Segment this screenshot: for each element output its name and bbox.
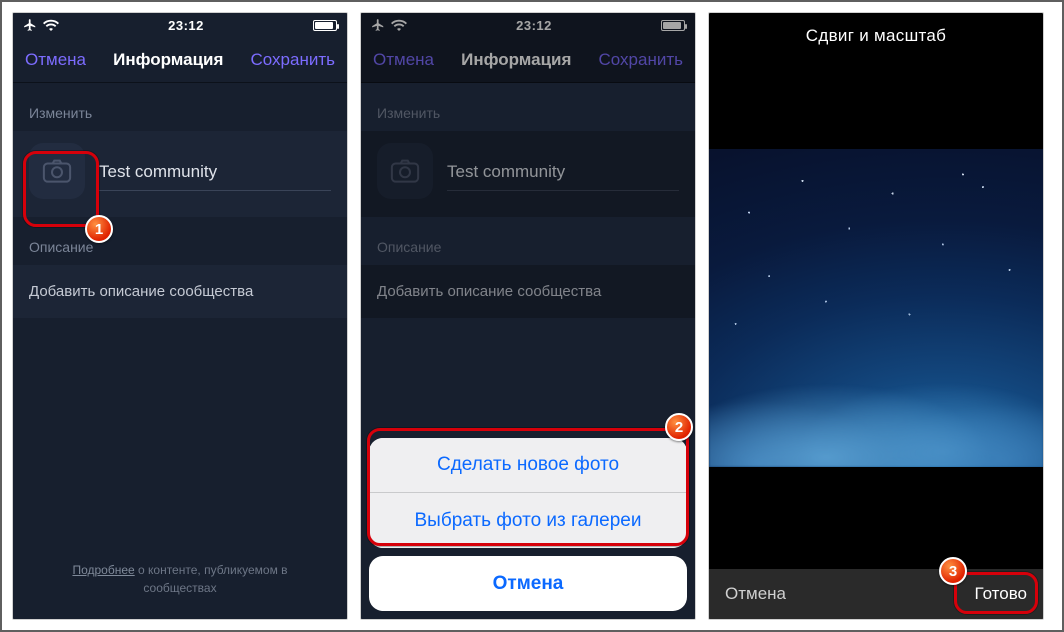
statusbar-time: 23:12 <box>516 18 552 33</box>
camera-icon <box>390 158 420 184</box>
action-sheet: Сделать новое фото Выбрать фото из галер… <box>361 430 695 619</box>
crop-toolbar: Отмена Готово <box>709 569 1043 619</box>
wifi-icon <box>391 19 407 31</box>
footer-more-link[interactable]: Подробнее <box>72 563 134 577</box>
step-badge-1: 1 <box>85 215 113 243</box>
battery-icon <box>661 20 685 31</box>
section-desc-label: Описание <box>13 217 347 265</box>
nav-cancel[interactable]: Отмена <box>373 50 434 70</box>
crop-done-button[interactable]: Готово <box>975 584 1028 604</box>
battery-icon <box>313 20 337 31</box>
step-badge-3: 3 <box>939 557 967 585</box>
sheet-cancel[interactable]: Отмена <box>369 556 687 611</box>
airplane-mode-icon <box>23 18 37 32</box>
section-desc-label: Описание <box>361 217 695 265</box>
wifi-icon <box>43 19 59 31</box>
description-field[interactable]: Добавить описание сообщества <box>361 265 695 318</box>
screen-crop: Сдвиг и масштаб Отмена Готово 3 <box>708 12 1044 620</box>
status-bar: 23:12 <box>361 13 695 37</box>
nav-cancel[interactable]: Отмена <box>25 50 86 70</box>
crop-title: Сдвиг и масштаб <box>709 13 1043 59</box>
name-row: Test community <box>361 131 695 217</box>
nav-title: Информация <box>113 50 223 70</box>
step-badge-2: 2 <box>665 413 693 441</box>
nav-bar: Отмена Информация Сохранить <box>13 37 347 83</box>
section-edit-label: Изменить <box>361 83 695 131</box>
sheet-take-photo[interactable]: Сделать новое фото <box>369 438 687 493</box>
screen-info-edit: 23:12 Отмена Информация Сохранить Измени… <box>12 12 348 620</box>
crop-mask-top <box>709 59 1043 149</box>
section-edit-label: Изменить <box>13 83 347 131</box>
crop-area[interactable] <box>709 59 1043 569</box>
screen-action-sheet: 23:12 Отмена Информация Сохранить Измени… <box>360 12 696 620</box>
status-bar: 23:12 <box>13 13 347 37</box>
footer-note: Подробнее о контенте, публикуемом в сооб… <box>13 561 347 619</box>
crop-cancel-button[interactable]: Отмена <box>725 584 786 604</box>
avatar-button[interactable] <box>29 143 85 199</box>
nav-bar: Отмена Информация Сохранить <box>361 37 695 83</box>
statusbar-time: 23:12 <box>168 18 204 33</box>
avatar-button[interactable] <box>377 143 433 199</box>
camera-icon <box>42 158 72 184</box>
content: Изменить Test community Описание Добавит… <box>13 83 347 619</box>
name-row: Test community <box>13 131 347 217</box>
crop-image-preview[interactable] <box>709 149 1043 467</box>
airplane-mode-icon <box>371 18 385 32</box>
action-sheet-group: Сделать новое фото Выбрать фото из галер… <box>369 438 687 548</box>
nav-save[interactable]: Сохранить <box>599 50 683 70</box>
crop-mask-bottom <box>709 467 1043 569</box>
community-name-field[interactable]: Test community <box>447 152 679 191</box>
description-field[interactable]: Добавить описание сообщества <box>13 265 347 318</box>
nav-title: Информация <box>461 50 571 70</box>
sheet-choose-gallery[interactable]: Выбрать фото из галереи <box>369 493 687 548</box>
community-name-field[interactable]: Test community <box>99 152 331 191</box>
nav-save[interactable]: Сохранить <box>251 50 335 70</box>
